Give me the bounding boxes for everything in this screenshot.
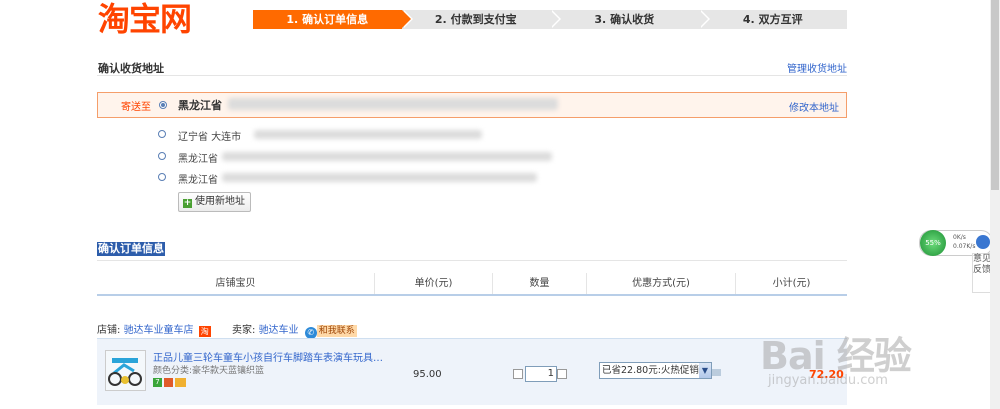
new-address-label: 使用新地址 xyxy=(195,196,245,207)
address-radio[interactable] xyxy=(158,130,166,138)
watermark-brand: Bai 经验 xyxy=(760,334,912,378)
download-speed: 0.07K/s xyxy=(953,243,976,250)
send-to-label: 寄送至 xyxy=(121,102,151,113)
selected-address-text: 黑龙江省 xyxy=(178,99,222,112)
taobao-badge-icon: 淘 xyxy=(198,326,211,337)
edit-address-link[interactable]: 修改本地址 xyxy=(789,99,839,114)
upload-speed: 0K/s xyxy=(953,234,966,241)
speed-percent: 55% xyxy=(920,230,946,256)
item-sku: 颜色分类:豪华款天蓝镶织篮 xyxy=(153,366,265,376)
shop-label: 店铺: xyxy=(97,325,121,336)
watermark-url: jingyan.baidu.com xyxy=(768,373,888,388)
address-radio-selected[interactable] xyxy=(159,101,167,109)
step-pay-alipay: 2. 付款到支付宝 xyxy=(401,10,561,29)
order-table-header: 店铺宝贝 单价(元) 数量 优惠方式(元) 小计(元) xyxy=(97,273,847,294)
col-quantity: 数量 xyxy=(493,273,587,294)
browser-icon[interactable] xyxy=(976,235,990,249)
address-text: 黑龙江省 xyxy=(178,175,218,186)
redacted-address xyxy=(254,130,482,139)
scrollbar-thumb[interactable] xyxy=(991,0,999,190)
vertical-scrollbar[interactable] xyxy=(990,0,1000,409)
item-thumbnail[interactable] xyxy=(105,350,146,391)
shop-name-link[interactable]: 驰达车业童车店 xyxy=(124,325,194,336)
address-text: 黑龙江省 xyxy=(178,154,218,165)
item-price: 95.00 xyxy=(413,369,442,380)
col-items: 店铺宝贝 xyxy=(97,273,375,294)
plus-icon: + xyxy=(183,198,192,208)
address-text: 辽宁省 大连市 xyxy=(178,132,242,143)
col-promo: 优惠方式(元) xyxy=(587,273,736,294)
header-underline xyxy=(97,294,847,296)
promo-select[interactable]: 已省22.80元:火热促销 ▼ xyxy=(599,362,712,379)
promo-selected-value: 已省22.80元:火热促销 xyxy=(602,365,699,376)
quantity-input[interactable] xyxy=(525,366,557,382)
step-confirm-order: 1. 确认订单信息 xyxy=(253,10,412,29)
address-radio[interactable] xyxy=(158,152,166,160)
selected-address[interactable]: 寄送至 黑龙江省 修改本地址 xyxy=(97,92,847,118)
col-subtotal: 小计(元) xyxy=(772,278,811,289)
quantity-decrease-button[interactable] xyxy=(513,369,523,379)
invoice-icon xyxy=(175,378,186,387)
order-section-title: 确认订单信息 xyxy=(97,242,165,256)
item-title-link[interactable]: 正品儿童三轮车童车小孩自行车脚踏车表演车玩具… xyxy=(153,349,383,364)
promo-info-icon[interactable] xyxy=(712,369,721,376)
seven-day-return-icon: 7 xyxy=(153,378,162,387)
redacted-address xyxy=(222,173,537,182)
address-radio[interactable] xyxy=(158,173,166,181)
step-confirm-receipt: 3. 确认收货 xyxy=(550,10,709,29)
step-review: 4. 双方互评 xyxy=(698,10,847,29)
manage-address-link[interactable]: 管理收货地址 xyxy=(787,60,847,75)
quantity-increase-button[interactable] xyxy=(557,369,567,379)
seller-name-link[interactable]: 驰达车业 xyxy=(259,325,299,336)
feedback-tab[interactable]: 意见反馈 xyxy=(972,253,992,293)
item-service-icons: 7 xyxy=(153,378,186,387)
col-price: 单价(元) xyxy=(375,273,493,294)
seller-info: 卖家: 驰达车业 ✆ 和我联系 xyxy=(232,321,357,339)
use-new-address-button[interactable]: + 使用新地址 xyxy=(178,192,251,212)
baidu-jingyan-watermark: Bai 经验 jingyan.baidu.com xyxy=(760,325,912,388)
chevron-down-icon[interactable]: ▼ xyxy=(699,363,711,378)
contact-seller-button[interactable]: 和我联系 xyxy=(316,325,357,337)
divider xyxy=(97,75,847,76)
order-item-row: 正品儿童三轮车童车小孩自行车脚踏车表演车玩具… 颜色分类:豪华款天蓝镶织篮 7 … xyxy=(97,338,847,405)
seller-label: 卖家: xyxy=(232,325,256,336)
address-section-title: 确认收货地址 xyxy=(98,62,164,75)
shop-info: 店铺: 驰达车业童车店 淘 xyxy=(97,321,211,337)
guarantee-icon xyxy=(164,378,173,387)
redacted-address xyxy=(222,152,552,161)
redacted-address xyxy=(228,98,558,110)
checkout-steps: 1. 确认订单信息 2. 付款到支付宝 3. 确认收货 4. 双方互评 xyxy=(253,10,847,29)
taobao-logo[interactable]: 淘宝网 xyxy=(98,0,192,40)
divider xyxy=(97,260,847,261)
